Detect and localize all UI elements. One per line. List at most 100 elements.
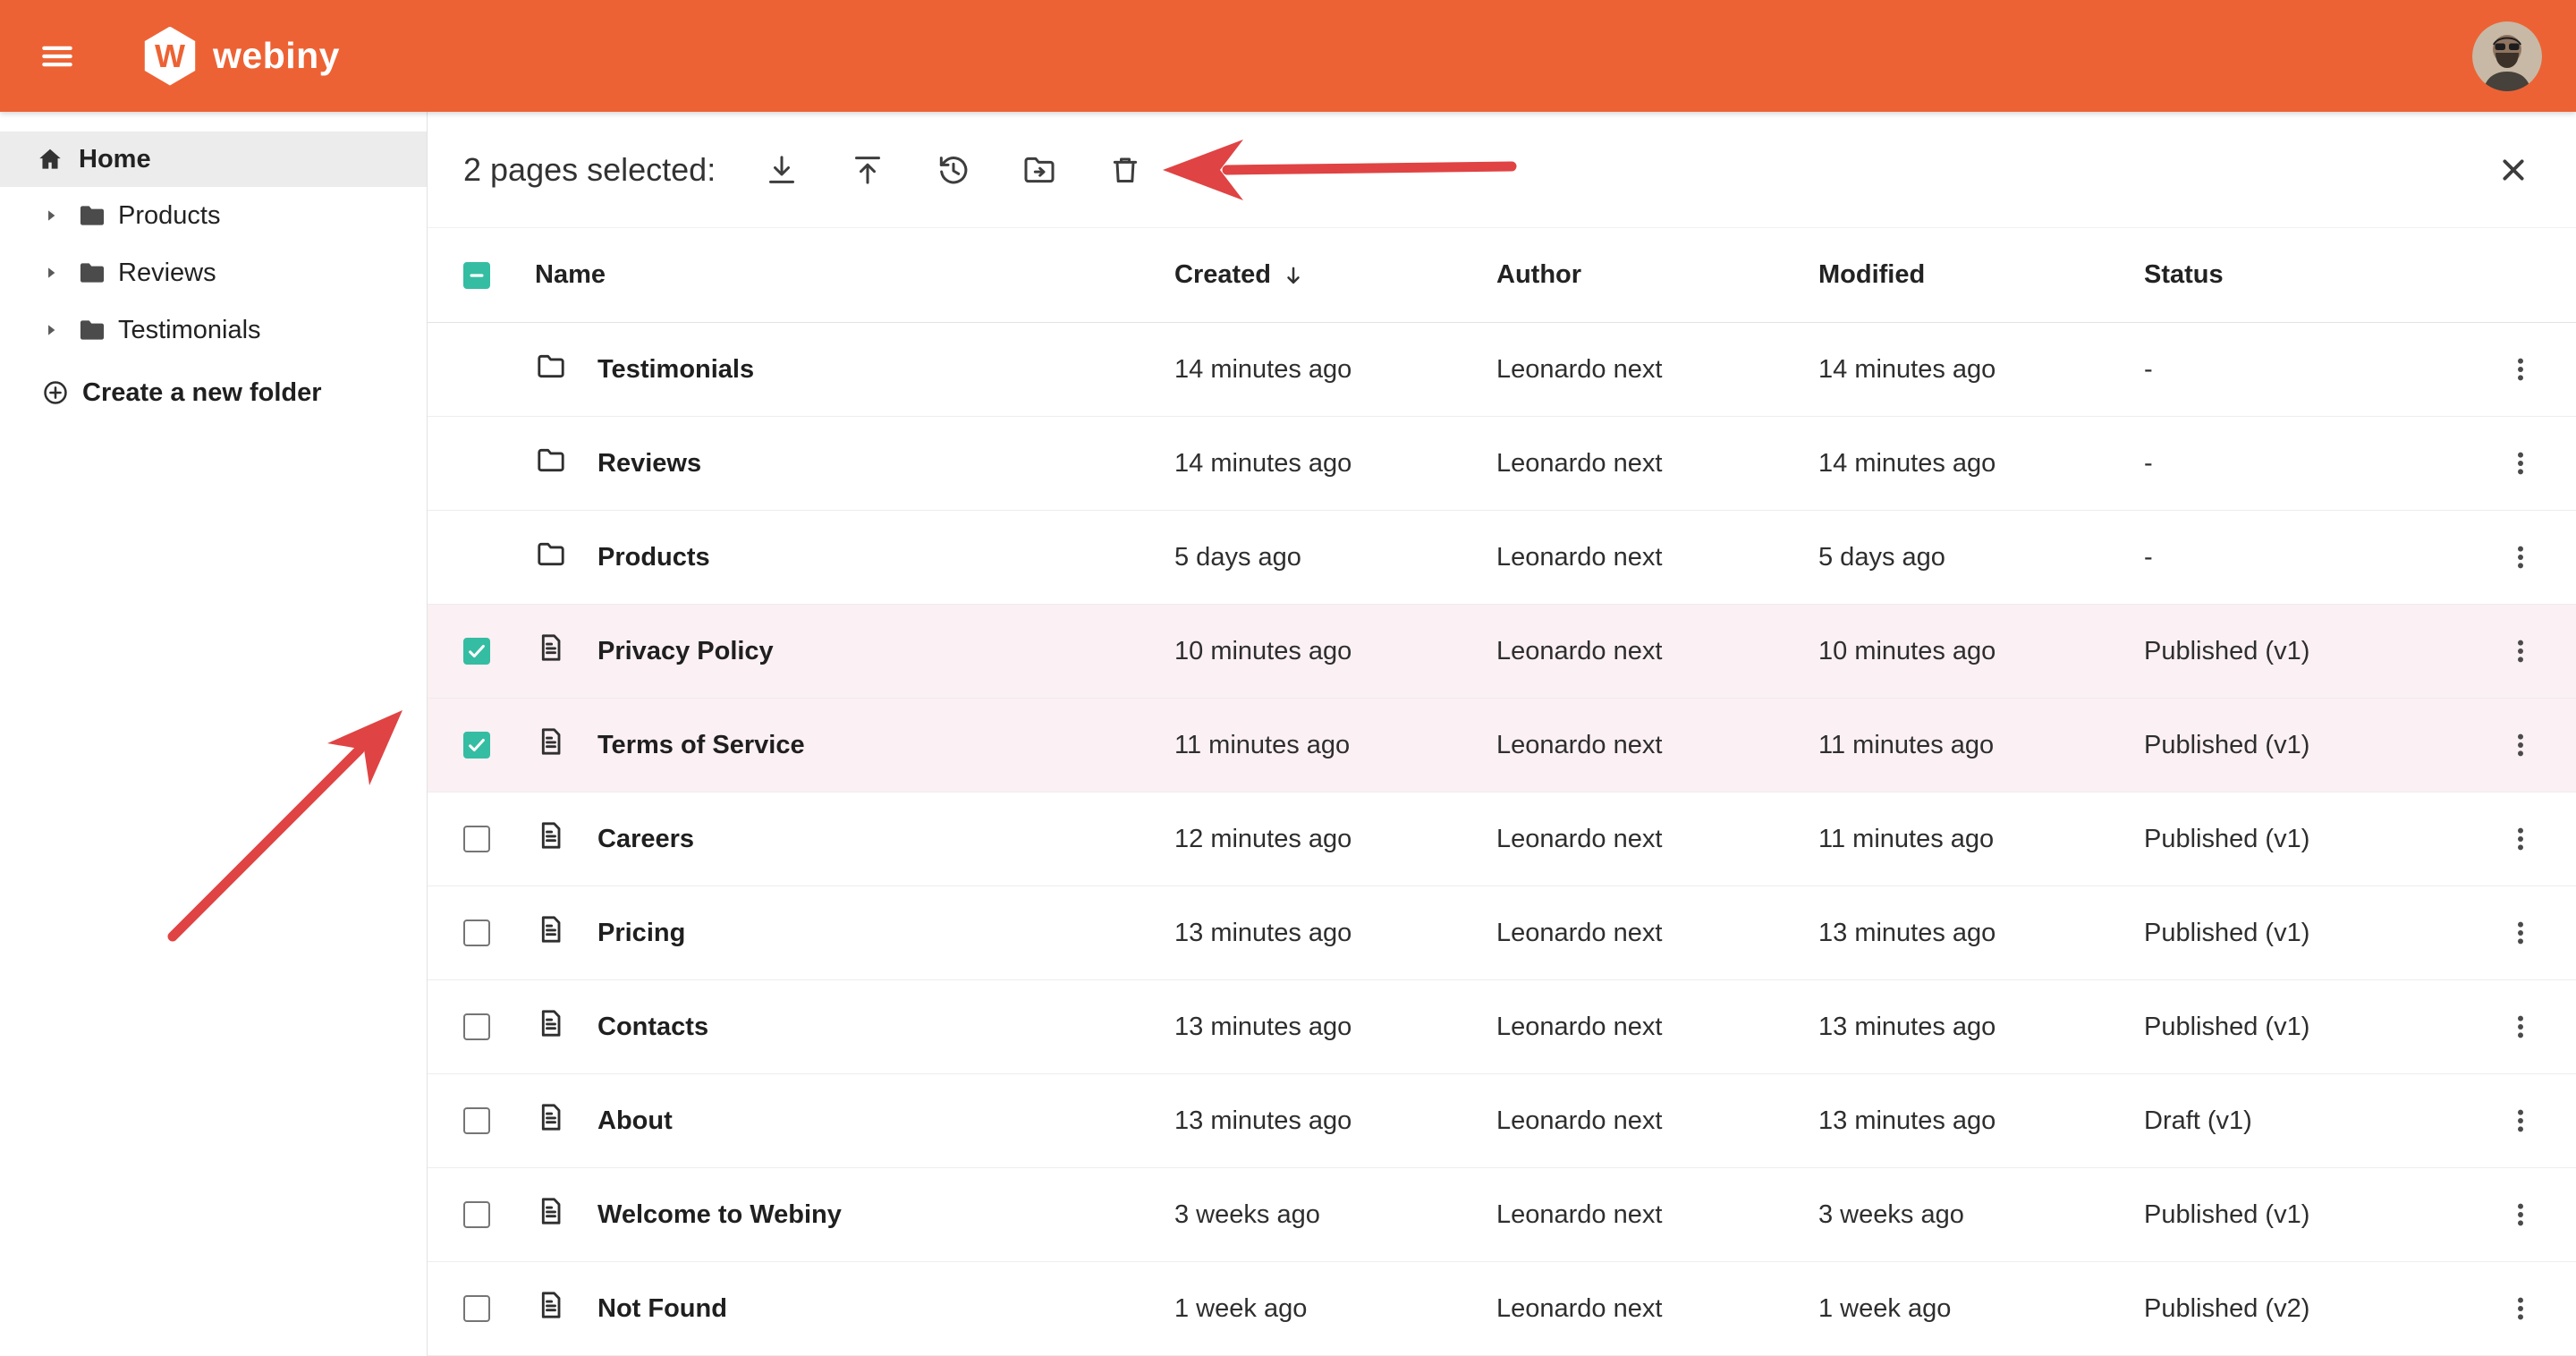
delete-button[interactable] [1098,143,1152,197]
restore-icon [936,152,971,188]
table-header-row: Name Created Author Modified Status [428,228,2576,323]
cell-name[interactable]: Pricing [597,919,1174,948]
home-icon [36,145,64,174]
row-menu-button[interactable] [2501,346,2540,393]
row-checkbox[interactable] [463,826,490,852]
close-selection-button[interactable] [2487,143,2540,197]
row-menu-button[interactable] [2501,440,2540,487]
row-menu-button[interactable] [2501,1285,2540,1332]
cell-name[interactable]: Testimonials [597,355,1174,385]
kebab-icon [2505,354,2536,385]
document-icon [535,1101,567,1133]
kebab-icon [2505,1199,2536,1230]
move-to-folder-button[interactable] [1013,143,1066,197]
cell-name[interactable]: Reviews [597,449,1174,479]
select-all-checkbox[interactable] [463,262,490,289]
row-menu-button[interactable] [2501,816,2540,862]
cell-name[interactable]: Welcome to Webiny [597,1200,1174,1230]
header-name[interactable]: Name [535,260,1174,290]
cell-modified: 3 weeks ago [1818,1200,2144,1230]
row-checkbox[interactable] [463,1013,490,1040]
sidebar-folder-products[interactable]: Products [0,187,427,244]
table-row[interactable]: Not Found 1 week ago Leonardo next 1 wee… [428,1262,2576,1356]
header-modified[interactable]: Modified [1818,260,2144,290]
row-menu-button[interactable] [2501,534,2540,581]
table-row[interactable]: Contacts 13 minutes ago Leonardo next 13… [428,980,2576,1074]
row-menu-button[interactable] [2501,1098,2540,1144]
kebab-icon [2505,1106,2536,1136]
cell-name[interactable]: Careers [597,825,1174,854]
row-checkbox[interactable] [463,1295,490,1322]
folder-icon [535,444,567,476]
document-icon [535,1289,567,1321]
table-row[interactable]: Welcome to Webiny 3 weeks ago Leonardo n… [428,1168,2576,1262]
sidebar-folder-label: Products [118,201,220,231]
cell-status: Draft (v1) [2144,1106,2466,1136]
topbar: W webiny [0,0,2576,112]
webiny-logo[interactable]: W [143,27,197,86]
cell-author: Leonardo next [1496,919,1818,948]
caret-right-icon[interactable] [39,204,63,227]
row-menu-button[interactable] [2501,722,2540,768]
cell-name[interactable]: Contacts [597,1013,1174,1042]
hamburger-icon [38,37,77,76]
row-menu-button[interactable] [2501,910,2540,956]
cell-created: 5 days ago [1174,543,1496,572]
row-checkbox[interactable] [463,732,490,759]
cell-author: Leonardo next [1496,355,1818,385]
cell-name[interactable]: Terms of Service [597,731,1174,760]
cell-status: - [2144,355,2466,385]
row-menu-button[interactable] [2501,1191,2540,1238]
cell-name[interactable]: Not Found [597,1294,1174,1324]
cell-author: Leonardo next [1496,449,1818,479]
header-created[interactable]: Created [1174,260,1496,290]
row-checkbox[interactable] [463,1201,490,1228]
row-checkbox[interactable] [463,1107,490,1134]
move-to-folder-icon [1021,152,1057,188]
user-avatar[interactable] [2472,21,2542,91]
cell-author: Leonardo next [1496,543,1818,572]
avatar-image [2472,21,2542,91]
table-row[interactable]: Pricing 13 minutes ago Leonardo next 13 … [428,886,2576,980]
table-row[interactable]: About 13 minutes ago Leonardo next 13 mi… [428,1074,2576,1168]
header-status[interactable]: Status [2144,260,2466,290]
export-button[interactable] [841,143,894,197]
row-menu-button[interactable] [2501,1004,2540,1050]
sidebar-folder-reviews[interactable]: Reviews [0,244,427,301]
cell-name[interactable]: Privacy Policy [597,637,1174,666]
header-author[interactable]: Author [1496,260,1818,290]
download-button[interactable] [755,143,809,197]
sidebar-item-home[interactable]: Home [0,131,427,187]
selection-toolbar: 2 pages selected: [428,112,2576,228]
cell-status: Published (v2) [2144,1294,2466,1324]
sidebar-folder-testimonials[interactable]: Testimonials [0,301,427,359]
circle-plus-icon [41,378,70,407]
caret-right-icon[interactable] [39,261,63,284]
cell-status: Published (v1) [2144,825,2466,854]
cell-created: 1 week ago [1174,1294,1496,1324]
cell-name[interactable]: About [597,1106,1174,1136]
table-row[interactable]: Terms of Service 11 minutes ago Leonardo… [428,699,2576,792]
cell-author: Leonardo next [1496,637,1818,666]
restore-button[interactable] [927,143,980,197]
create-folder-button[interactable]: Create a new folder [0,366,427,420]
hamburger-menu-button[interactable] [34,33,80,80]
cell-name[interactable]: Products [597,543,1174,572]
table-row[interactable]: Products 5 days ago Leonardo next 5 days… [428,511,2576,605]
table-row[interactable]: Reviews 14 minutes ago Leonardo next 14 … [428,417,2576,511]
caret-right-icon[interactable] [39,318,63,342]
cell-status: - [2144,543,2466,572]
table-row[interactable]: Careers 12 minutes ago Leonardo next 11 … [428,792,2576,886]
document-icon [535,631,567,664]
cell-status: Published (v1) [2144,919,2466,948]
table-row[interactable]: Testimonials 14 minutes ago Leonardo nex… [428,323,2576,417]
kebab-icon [2505,542,2536,572]
row-checkbox[interactable] [463,638,490,665]
row-menu-button[interactable] [2501,628,2540,674]
cell-modified: 10 minutes ago [1818,637,2144,666]
row-checkbox[interactable] [463,920,490,946]
kebab-icon [2505,448,2536,479]
kebab-icon [2505,824,2536,854]
cell-created: 13 minutes ago [1174,1106,1496,1136]
table-row[interactable]: Privacy Policy 10 minutes ago Leonardo n… [428,605,2576,699]
